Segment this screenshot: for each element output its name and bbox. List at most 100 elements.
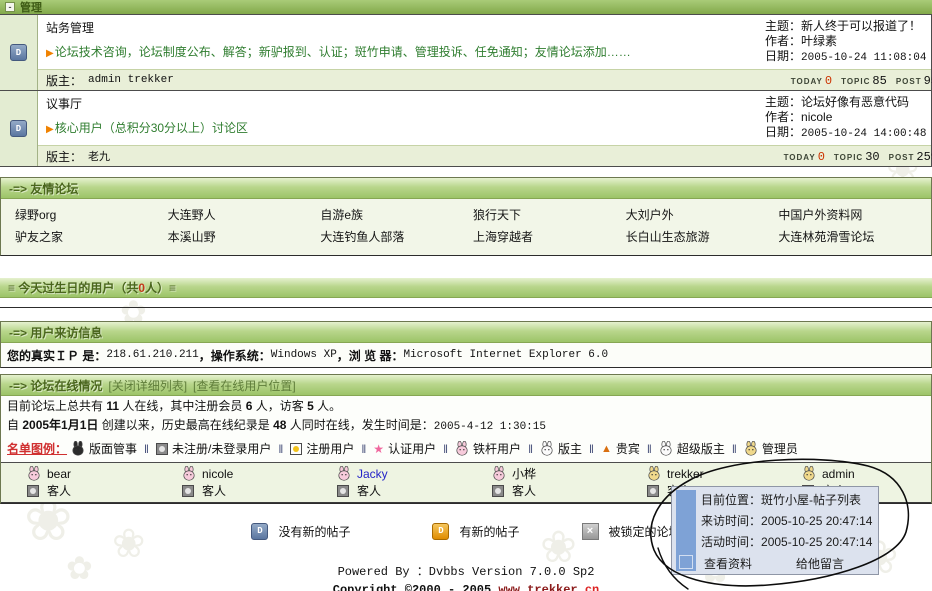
friend-link[interactable]: 上海穿越者 [473, 227, 626, 248]
visitor-info-box: -=> 用户来访信息 您的真实ＩＰ 是： 218.61.210.211 ，操作系… [0, 321, 932, 368]
friend-link[interactable]: 大刘户外 [626, 205, 779, 226]
separator: ‖ [528, 442, 533, 456]
friend-link[interactable]: 大连钓鱼人部落 [320, 227, 473, 248]
guest-user-icon [182, 485, 194, 497]
online-status-title: -=> 论坛在线情况 [9, 377, 102, 394]
friend-link[interactable]: 自游e族 [320, 205, 473, 226]
moderator-links[interactable]: 老九 [88, 148, 110, 164]
post-count: 95 [924, 74, 932, 88]
friend-link[interactable]: 大连林苑滑雪论坛 [778, 227, 931, 248]
guest-user-icon [647, 485, 659, 497]
vip-triangle-icon: ▲ [601, 443, 612, 455]
moderator-links[interactable]: admin trekker [88, 74, 174, 86]
moderator-helper-bunny-icon [71, 441, 85, 456]
tooltip-active-row: 活动时间：2005-10-25 20:47:14 [672, 532, 878, 553]
forum-lastpost-info: 主题：新人终于可以报道了！ 作者：叶绿素 日期：2005-10-24 11:08… [765, 19, 929, 66]
moderator-label: 版主： [46, 148, 82, 165]
view-user-position-link[interactable]: [查看在线用户位置] [193, 377, 296, 394]
username-link[interactable]: nicole [202, 467, 233, 481]
forum-name-link[interactable]: 站务管理 [46, 19, 94, 36]
loyal-user-bunny-icon [492, 466, 506, 481]
tooltip-visit-row: 来访时间：2005-10-25 20:47:14 [672, 511, 878, 532]
username-link[interactable]: 小桦 [512, 467, 536, 481]
birthday-count: 0 [138, 281, 145, 295]
admin-bunny-icon [647, 466, 661, 481]
birthday-text: ≡ 今天过生日的用户（共 [8, 279, 138, 296]
loyal-user-bunny-icon [337, 466, 351, 481]
view-profile-link[interactable]: 查看资料 [704, 553, 752, 575]
forum-lastpost-info: 主题：论坛好像有恶意代码 作者：nicole 日期：2005-10-24 14:… [765, 95, 929, 142]
topic-count: 85 [872, 74, 886, 88]
username-link[interactable]: Jacky [357, 467, 388, 481]
legend-item-label: 超级版主 [677, 440, 725, 457]
friend-link[interactable]: 长白山生态旅游 [626, 227, 779, 248]
legend-item-label: 认证用户 [388, 440, 436, 457]
birthday-bar: ≡ 今天过生日的用户（共 0 人）≡ [0, 278, 932, 298]
lastpost-author-link[interactable]: nicole [801, 110, 832, 124]
online-user-cell: Jacky 客人 [311, 466, 466, 502]
username-link[interactable]: bear [47, 467, 71, 481]
post-count: 259 [916, 150, 932, 164]
separator: ‖ [443, 442, 448, 456]
visitor-info-body: 您的真实ＩＰ 是： 218.61.210.211 ，操作系统： Windows … [1, 343, 931, 367]
site-link[interactable]: www.trekker [498, 583, 577, 591]
forum-name-link[interactable]: 议事厅 [46, 95, 82, 112]
category-bar-management: - 管理 [0, 0, 932, 14]
moderator-label: 版主： [46, 72, 82, 89]
forum-stats: TODAY0 TOPIC30 POST259 [784, 146, 932, 167]
close-detail-list-link[interactable]: [关闭详细列表] [108, 377, 187, 394]
username-link[interactable]: admin [822, 467, 855, 481]
online-total: 11 [106, 399, 119, 413]
friend-link[interactable]: 大连野人 [168, 205, 321, 226]
guest-user-icon [337, 485, 349, 497]
site-tld: .cn [578, 583, 600, 591]
online-summary-line: 目前论坛上总共有 11 人在线，其中注册会员 6 人，访客 5 人。 [1, 396, 931, 415]
post-label: POST [889, 153, 915, 162]
friend-forums-box: -=> 友情论坛 绿野org 大连野人 自游e族 狼行天下 大刘户外 中国户外资… [0, 177, 932, 256]
friend-link[interactable]: 狼行天下 [473, 205, 626, 226]
forum-status-icon: D [10, 120, 27, 137]
friend-link[interactable]: 驴友之家 [15, 227, 168, 248]
os-value: Windows XP [271, 349, 337, 361]
guest-user-icon [156, 443, 168, 455]
has-new-posts-label: 有新的帖子 [459, 523, 519, 540]
legend-item-label: 贵宾 [616, 440, 640, 457]
legend-label: 名单图例： [7, 440, 67, 457]
leave-message-link[interactable]: 给他留言 [796, 553, 844, 575]
visitor-info-title: -=> 用户来访信息 [9, 324, 102, 341]
lastpost-topic-link[interactable]: 论坛好像有恶意代码 [801, 95, 909, 109]
ip-value: 218.61.210.211 [106, 349, 198, 361]
registered-user-icon [290, 443, 302, 455]
username-link[interactable]: trekker [667, 467, 704, 481]
forum-bottom-strip: 版主： 老九 TODAY0 TOPIC30 POST259 [38, 145, 931, 166]
certified-user-star-icon: ★ [373, 442, 384, 456]
topic-label: TOPIC [841, 77, 870, 86]
lastpost-author-label: 作者： [765, 110, 801, 124]
user-status: 客人 [47, 484, 71, 498]
friend-link[interactable]: 中国户外资料网 [778, 205, 931, 226]
separator: ‖ [144, 442, 149, 456]
separator: ‖ [647, 442, 652, 456]
locked-forum-label: 被锁定的论坛 [609, 523, 681, 540]
separator: ‖ [278, 442, 283, 456]
browser-value: Microsoft Internet Explorer 6.0 [403, 349, 608, 361]
forum-table: D 站务管理 ▶论坛技术咨询，论坛制度公布、解答；新驴报到、认证；斑竹申请、管理… [0, 14, 932, 167]
lastpost-topic-label: 主题： [765, 19, 801, 33]
forum-bottom-strip: 版主： admin trekker TODAY0 TOPIC85 POST95 [38, 69, 931, 90]
separator: ‖ [732, 442, 737, 456]
legend-item-label: 铁杆用户 [473, 440, 521, 457]
online-user-cell: bear 客人 [1, 466, 156, 502]
loyal-user-bunny-icon [182, 466, 196, 481]
separator: ‖ [589, 442, 594, 456]
user-status: 客人 [512, 484, 536, 498]
forum-status-icon: D [10, 44, 27, 61]
today-count: 0 [825, 74, 832, 88]
friend-link[interactable]: 绿野org [15, 205, 168, 226]
lastpost-topic-link[interactable]: 新人终于可以报道了！ [801, 19, 921, 33]
super-moderator-bunny-icon [659, 441, 673, 456]
friend-link[interactable]: 本溪山野 [168, 227, 321, 248]
lastpost-author-link[interactable]: 叶绿素 [801, 34, 837, 48]
browser-label: ，浏 览 器： [337, 347, 404, 364]
collapse-icon[interactable]: - [5, 2, 15, 12]
lastpost-date: 2005-10-24 14:00:48 [801, 128, 926, 140]
